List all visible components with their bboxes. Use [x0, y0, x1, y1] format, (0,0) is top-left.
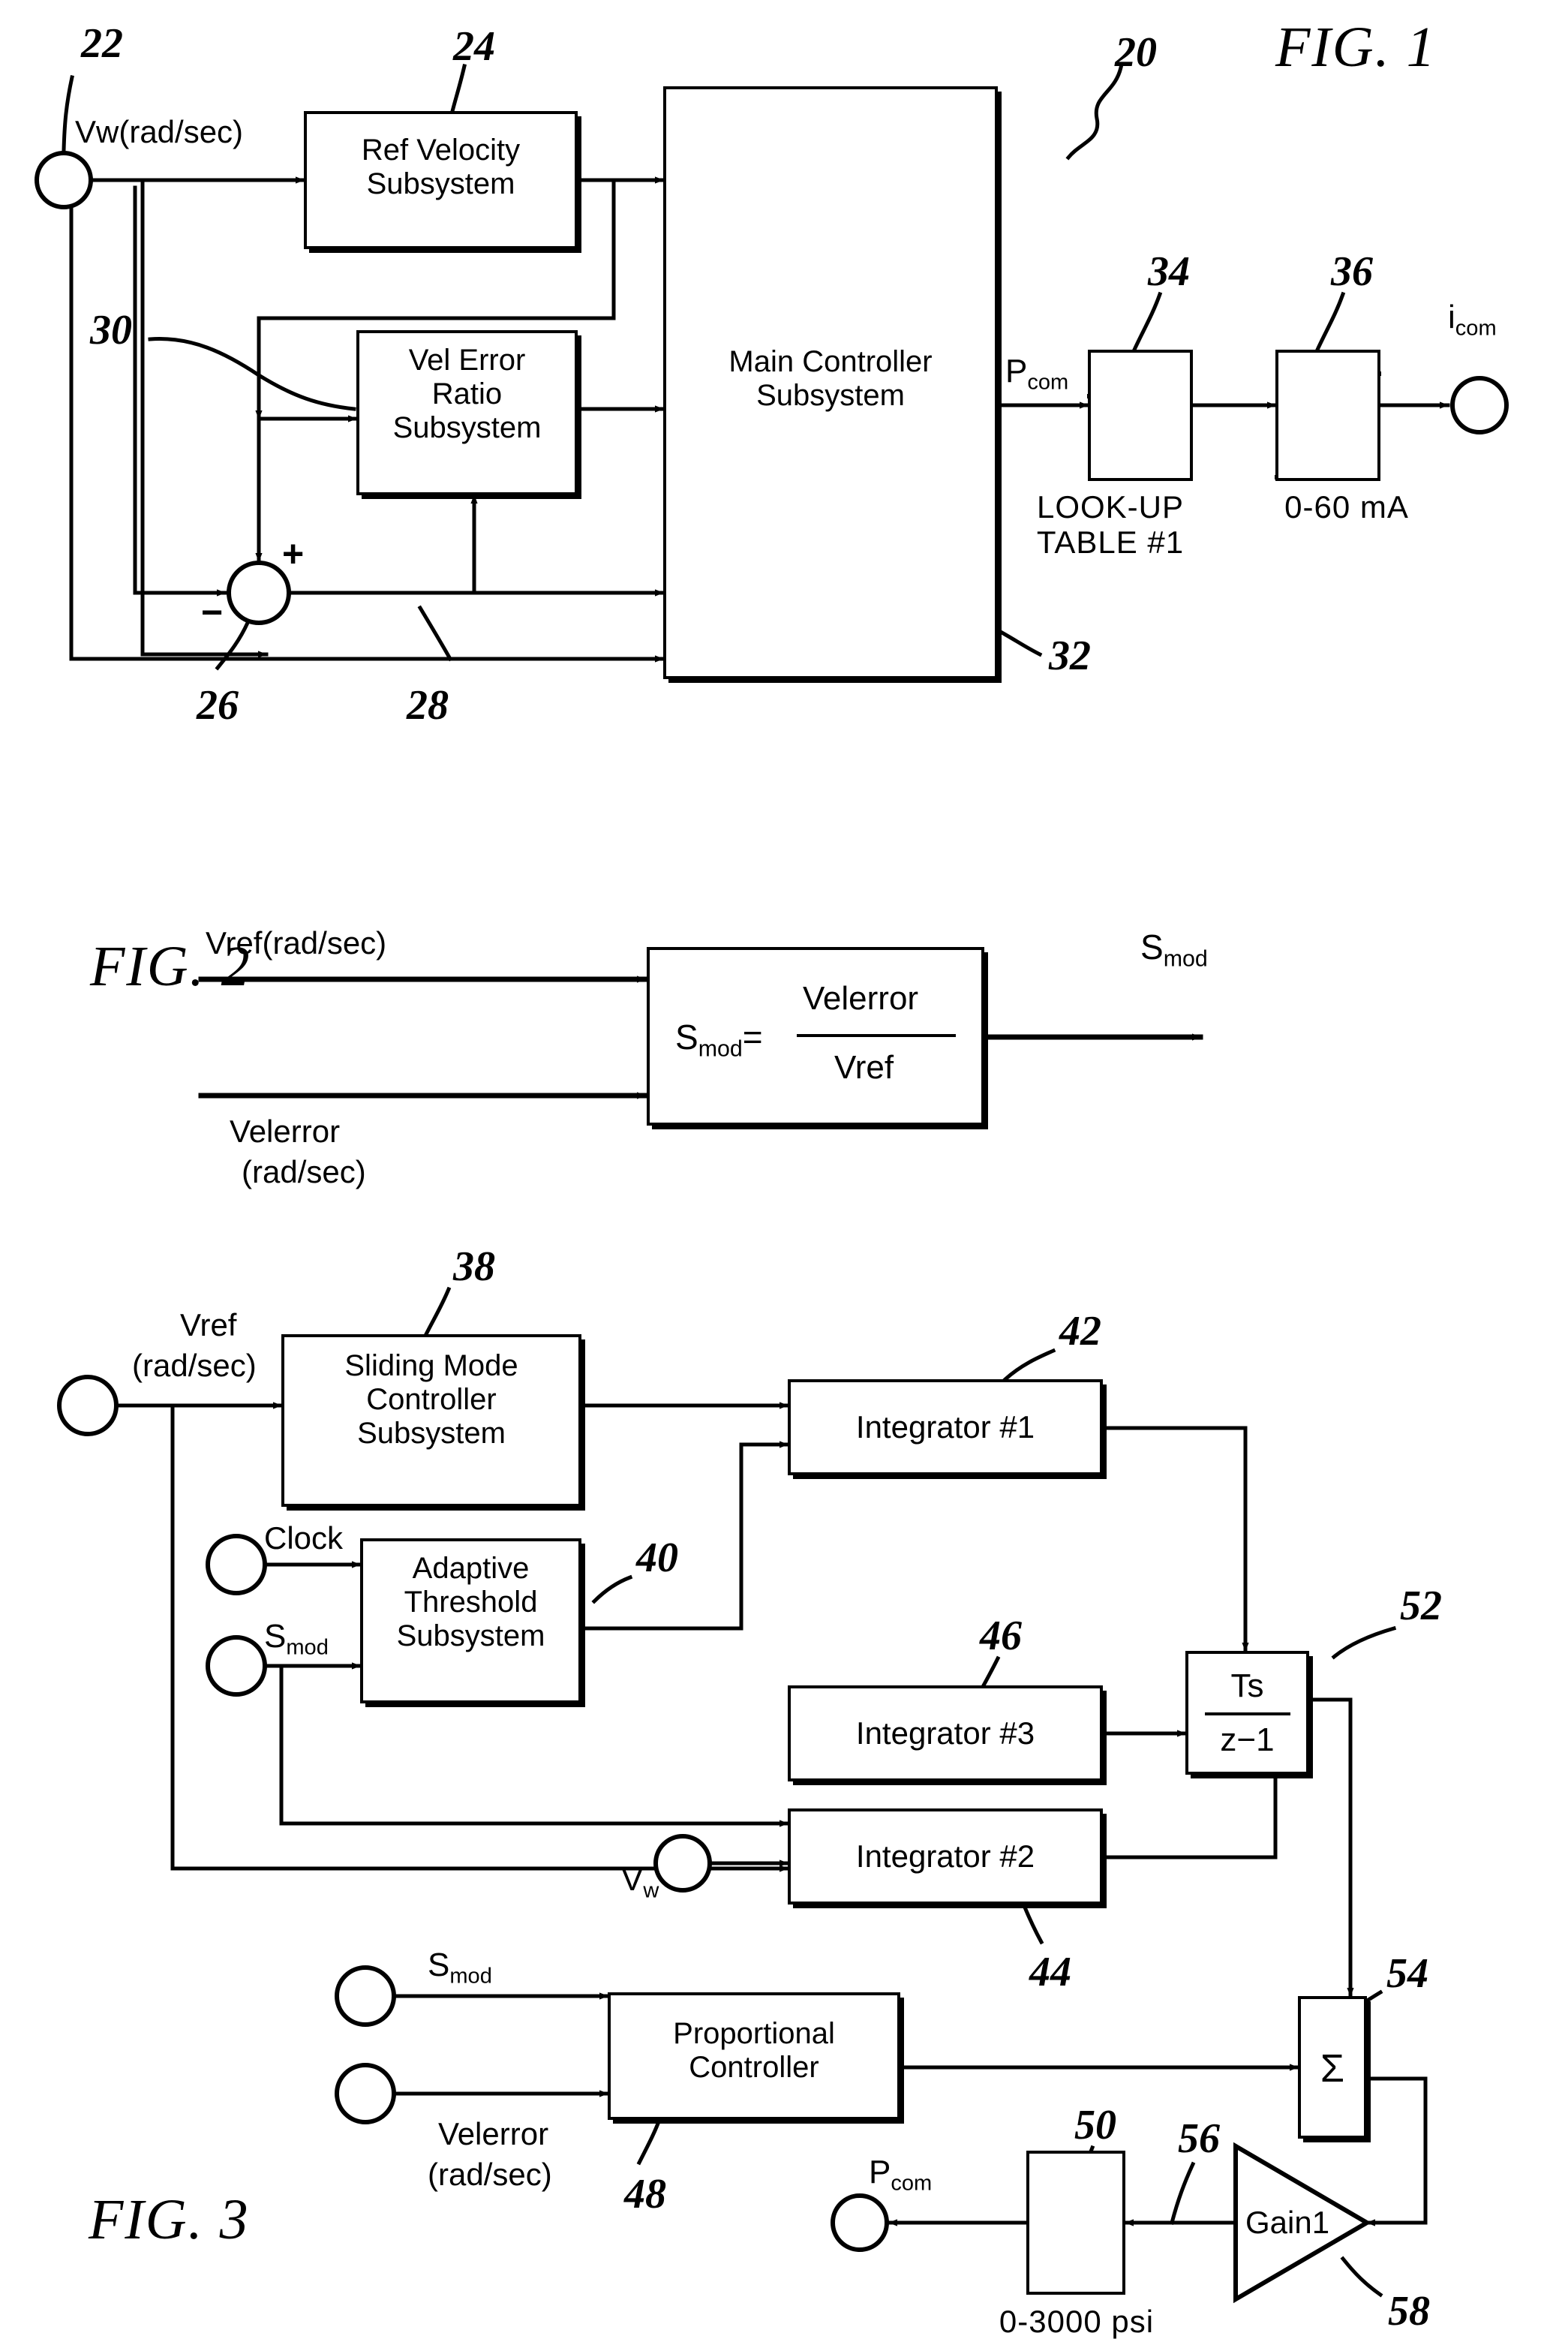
current-range-caption: 0-60 mA	[1284, 489, 1409, 525]
ref-number-58: 58	[1388, 2288, 1430, 2334]
ref-number-50: 50	[1074, 2102, 1116, 2148]
ref-number-42: 42	[1059, 1308, 1101, 1354]
discrete-transfer-fraction-bar	[1205, 1712, 1290, 1715]
ref-velocity-subsystem-label: Ref Velocity Subsystem	[361, 134, 521, 200]
integrator-2-label: Integrator #2	[855, 1838, 1035, 1874]
ref-number-52: 52	[1400, 1583, 1442, 1629]
p-com-label: Pcom	[1005, 353, 1069, 395]
summing-block-label: Σ	[1320, 2047, 1345, 2091]
vw-input-label: Vw(rad/sec)	[75, 114, 244, 149]
ref-number-32: 32	[1049, 633, 1091, 679]
ref-number-30: 30	[90, 307, 132, 353]
fig3-smod-upper-base: S	[264, 1618, 287, 1655]
fig3-velerror-label-line1: Velerror	[438, 2116, 549, 2151]
sliding-mode-controller-subsystem-label: Sliding Mode Controller Subsystem	[344, 1349, 518, 1450]
adaptive-threshold-subsystem-label: Adaptive Threshold Subsystem	[396, 1552, 545, 1652]
ref-number-48: 48	[624, 2171, 666, 2217]
fig3-p-com-label: Pcom	[869, 2154, 933, 2196]
discrete-transfer-numerator: Ts	[1230, 1667, 1264, 1704]
current-driver-block	[1275, 350, 1380, 481]
fig3-smod-lower-base: S	[428, 1947, 450, 1983]
fig3-p-com-base: P	[869, 2154, 891, 2190]
sum-plus-sign: +	[282, 533, 305, 575]
ref-number-22: 22	[81, 20, 123, 67]
smod-eq-sign: =	[742, 1018, 763, 1057]
lookup-table-caption: LOOK-UP TABLE #1	[1036, 489, 1185, 561]
main-controller-subsystem-label: Main Controller Subsystem	[728, 345, 933, 412]
ref-number-36: 36	[1331, 248, 1373, 295]
smod-lhs-base: S	[675, 1018, 698, 1057]
fig3-vref-label-line1: Vref	[180, 1307, 237, 1342]
patent-drawing-sheet: Ref Velocity Subsystem Vel Error Ratio S…	[0, 0, 1568, 2339]
fig3-velerror-label-line2: (rad/sec)	[428, 2157, 552, 2192]
p-com-sub: com	[1027, 370, 1069, 395]
smod-equation-denominator: Vref	[834, 1049, 894, 1086]
ref-number-34: 34	[1148, 248, 1190, 295]
fig3-smod-upper-sub: mod	[286, 1635, 329, 1660]
lookup-table-block	[1088, 350, 1193, 481]
proportional-controller-label: Proportional Controller	[673, 2017, 835, 2084]
gain-block-label: Gain1	[1245, 2205, 1330, 2240]
i-com-label: icom	[1448, 299, 1497, 341]
ref-number-44: 44	[1029, 1949, 1071, 1995]
smod-equation-lhs: Smod=	[675, 1019, 763, 1062]
fig2-smod-out-sub: mod	[1163, 946, 1208, 972]
smod-lhs-sub: mod	[698, 1036, 743, 1062]
ref-number-24: 24	[453, 23, 495, 70]
discrete-transfer-denominator: z−1	[1220, 1721, 1275, 1758]
fig2-vref-input-label: Vref(rad/sec)	[206, 925, 387, 961]
smod-equation-numerator: Velerror	[803, 980, 919, 1017]
fig3-smod-lower-label: Smod	[428, 1947, 492, 1989]
fig3-clock-label: Clock	[264, 1520, 344, 1556]
fig2-velerror-input-label-line1: Velerror	[230, 1114, 341, 1149]
figure-1-title: FIG. 1	[1275, 16, 1437, 79]
ref-number-20: 20	[1115, 29, 1157, 76]
fig3-smod-lower-sub: mod	[449, 1964, 492, 1989]
fig3-vref-label-line2: (rad/sec)	[132, 1348, 257, 1383]
integrator-1-label: Integrator #1	[855, 1409, 1035, 1445]
p-com-base: P	[1005, 353, 1028, 389]
ref-number-28: 28	[407, 682, 449, 729]
smod-equation-fraction-bar	[797, 1034, 956, 1037]
fig3-vw-label: Vw	[621, 1862, 659, 1902]
ref-number-46: 46	[980, 1613, 1022, 1659]
integrator-3-label: Integrator #3	[855, 1715, 1035, 1751]
ref-number-56: 56	[1178, 2115, 1220, 2162]
sum-minus-sign: −	[201, 591, 224, 633]
figure-3-title: FIG. 3	[89, 2188, 250, 2251]
fig3-vw-sub: w	[643, 1878, 659, 1903]
pressure-saturation-block	[1026, 2151, 1125, 2295]
fig2-smod-out-base: S	[1140, 927, 1164, 967]
fig2-velerror-input-label-line2: (rad/sec)	[242, 1154, 366, 1189]
i-com-sub: com	[1455, 316, 1497, 341]
vel-error-ratio-subsystem-label: Vel Error Ratio Subsystem	[392, 344, 542, 444]
i-com-base: i	[1448, 299, 1455, 335]
ref-number-38: 38	[453, 1243, 495, 1290]
fig3-p-com-sub: com	[891, 2171, 933, 2196]
ref-number-40: 40	[636, 1535, 678, 1581]
fig3-vw-base: V	[621, 1861, 644, 1898]
fig3-smod-upper-label: Smod	[264, 1619, 329, 1659]
pressure-range-caption: 0-3000 psi	[999, 2304, 1155, 2339]
ref-number-54: 54	[1386, 1950, 1428, 1997]
ref-number-26: 26	[197, 682, 239, 729]
fig2-smod-output-label: Smod	[1140, 929, 1208, 972]
